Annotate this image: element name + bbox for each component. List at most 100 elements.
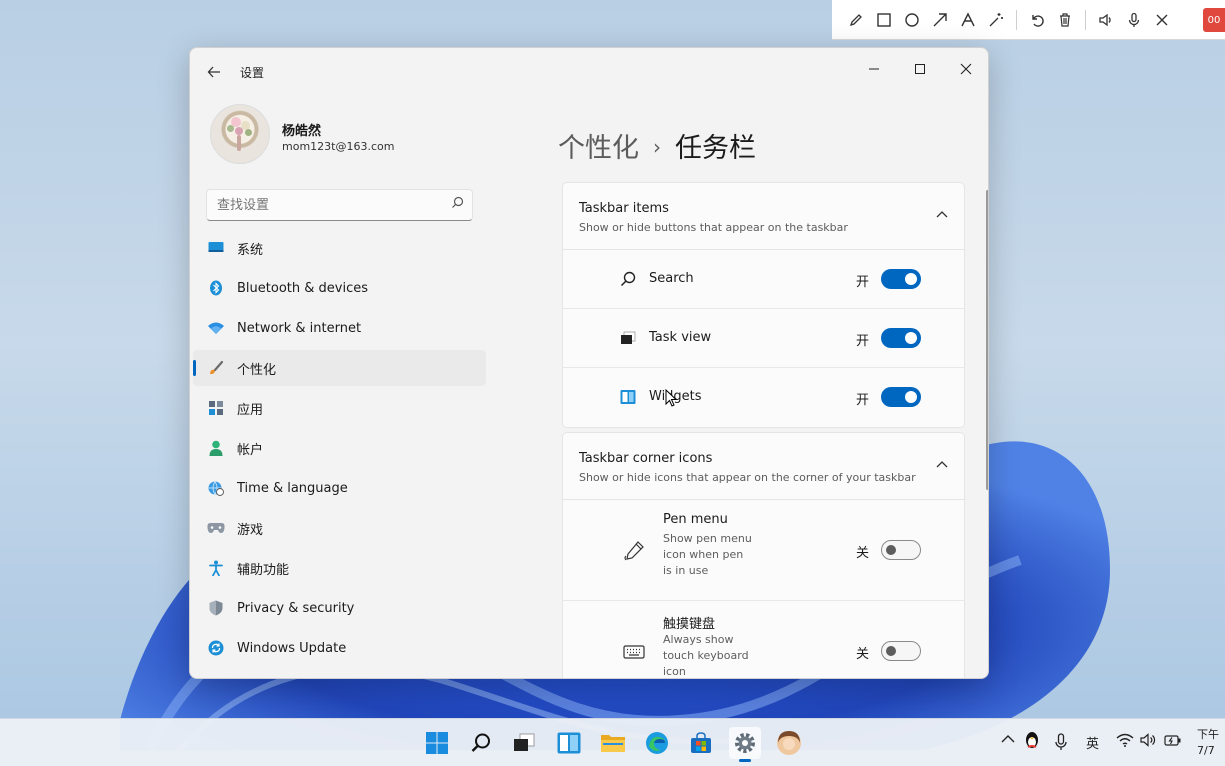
text-icon[interactable] xyxy=(954,6,982,34)
widgets-icon xyxy=(619,388,637,406)
sidebar-item-windows-update[interactable]: Windows Update xyxy=(193,630,486,666)
taskbar-corner-icons-header[interactable]: Taskbar corner icons Show or hide icons … xyxy=(563,433,964,500)
sidebar-item-label: 游戏 xyxy=(237,522,264,538)
microphone-icon[interactable] xyxy=(1120,6,1148,34)
taskbar-search-button[interactable] xyxy=(465,727,497,759)
taskbar-settings-button[interactable] xyxy=(729,727,761,762)
taskbar-user-app-button[interactable] xyxy=(773,727,805,759)
sidebar-item-gaming[interactable]: 游戏 xyxy=(193,510,486,546)
setting-label: 触摸键盘 xyxy=(663,617,716,632)
toggle-state-label: 开 xyxy=(855,334,869,349)
sidebar-item-label: Time & language xyxy=(237,480,348,496)
sidebar-item-accessibility[interactable]: 辅助功能 xyxy=(193,550,486,586)
circle-icon[interactable] xyxy=(898,6,926,34)
close-icon[interactable] xyxy=(946,54,986,84)
volume-icon[interactable] xyxy=(1140,733,1156,751)
sidebar-item-label: 应用 xyxy=(237,402,264,418)
toggle-state-label: 关 xyxy=(855,546,869,561)
sidebar-item-network[interactable]: Network & internet xyxy=(193,310,486,346)
accessibility-icon xyxy=(207,559,225,577)
breadcrumb: 个性化 › 任务栏 xyxy=(558,126,756,165)
search-toggle[interactable] xyxy=(881,269,921,289)
title-bar: 设置 xyxy=(190,48,988,96)
page-title: 任务栏 xyxy=(675,133,756,164)
clock-time: 下午 xyxy=(1197,728,1219,741)
battery-charging-icon[interactable] xyxy=(1164,733,1182,751)
arrow-left-icon[interactable] xyxy=(204,62,224,82)
annotation-toolbar: 00 xyxy=(832,0,1225,40)
person-icon xyxy=(207,439,225,457)
sidebar-item-label: Windows Update xyxy=(237,640,347,656)
input-method-indicator[interactable]: 英 xyxy=(1086,733,1099,752)
trash-icon[interactable] xyxy=(1051,6,1079,34)
taskbar-store-button[interactable] xyxy=(685,727,717,759)
sidebar-item-apps[interactable]: 应用 xyxy=(193,390,486,426)
start-button[interactable] xyxy=(421,727,453,759)
widgets-toggle[interactable] xyxy=(881,387,921,407)
wifi-icon[interactable] xyxy=(1116,733,1134,751)
breadcrumb-separator: › xyxy=(653,135,661,159)
penguin-icon[interactable] xyxy=(1024,731,1040,753)
pen-menu-toggle[interactable] xyxy=(881,540,921,560)
task-view-toggle[interactable] xyxy=(881,328,921,348)
microphone-icon[interactable] xyxy=(1055,733,1067,755)
close-icon[interactable] xyxy=(1148,6,1176,34)
magic-wand-icon[interactable] xyxy=(982,6,1010,34)
sidebar-item-label: 个性化 xyxy=(237,362,277,378)
sidebar-item-time-language[interactable]: Time & language xyxy=(193,470,486,506)
taskbar-widgets-button[interactable] xyxy=(553,727,585,759)
system-clock[interactable]: 下午 7/7 xyxy=(1197,727,1219,759)
wifi-icon xyxy=(207,319,225,337)
setting-row-touch-keyboard: 触摸键盘 Always show touch keyboard icon 关 xyxy=(563,601,964,678)
app-title: 设置 xyxy=(240,66,265,80)
sidebar-item-personalization[interactable]: 个性化 xyxy=(193,350,486,386)
touch-keyboard-toggle[interactable] xyxy=(881,641,921,661)
search-input[interactable] xyxy=(207,190,442,220)
sidebar-item-system[interactable]: 系统 xyxy=(193,230,486,266)
record-timer[interactable]: 00 xyxy=(1203,8,1225,32)
sidebar-item-label: Privacy & security xyxy=(237,600,355,616)
keyboard-icon xyxy=(621,641,647,663)
taskbar-file-explorer-button[interactable] xyxy=(597,727,629,759)
sidebar-item-label: 辅助功能 xyxy=(237,562,290,578)
group-title: Taskbar items xyxy=(579,201,669,216)
toolbar-divider xyxy=(1016,9,1017,30)
rectangle-icon[interactable] xyxy=(870,6,898,34)
globe-clock-icon xyxy=(207,479,225,497)
chevron-up-icon[interactable] xyxy=(936,457,948,471)
sidebar-item-bluetooth[interactable]: Bluetooth & devices xyxy=(193,270,486,306)
widgets-icon xyxy=(557,732,581,754)
taskbar-items-group: Taskbar items Show or hide buttons that … xyxy=(562,182,965,428)
sidebar-item-label: 帐户 xyxy=(237,442,264,458)
setting-label: Pen menu xyxy=(663,512,728,527)
taskbar-task-view-button[interactable] xyxy=(508,727,540,759)
settings-search-box[interactable] xyxy=(206,189,473,221)
toggle-state-label: 开 xyxy=(855,275,869,290)
sidebar-item-accounts[interactable]: 帐户 xyxy=(193,430,486,466)
pencil-icon[interactable] xyxy=(842,6,870,34)
taskbar-items-header[interactable]: Taskbar items Show or hide buttons that … xyxy=(563,183,964,250)
setting-row-pen-menu: Pen menu Show pen menu icon when pen is … xyxy=(563,500,964,601)
toggle-state-label: 开 xyxy=(855,393,869,408)
speaker-icon[interactable] xyxy=(1092,6,1120,34)
gear-icon xyxy=(735,733,755,753)
undo-icon[interactable] xyxy=(1023,6,1051,34)
maximize-icon[interactable] xyxy=(900,54,940,84)
search-icon[interactable] xyxy=(451,196,464,213)
taskbar-edge-button[interactable] xyxy=(641,727,673,759)
chevron-up-icon[interactable] xyxy=(1001,733,1015,748)
setting-description: Show pen menu icon when pen is in use xyxy=(663,532,752,577)
sidebar-item-label: Network & internet xyxy=(237,320,362,336)
group-subtitle: Show or hide icons that appear on the co… xyxy=(579,471,916,484)
toggle-state-label: 关 xyxy=(855,647,869,662)
setting-row-search: Search 开 xyxy=(563,250,964,309)
sidebar-item-privacy-security[interactable]: Privacy & security xyxy=(193,590,486,626)
taskbar-corner-icons-group: Taskbar corner icons Show or hide icons … xyxy=(562,432,965,678)
chevron-up-icon[interactable] xyxy=(936,207,948,221)
gamepad-icon xyxy=(207,519,225,537)
user-email: mom123t@163.com xyxy=(282,140,395,153)
arrow-icon[interactable] xyxy=(926,6,954,34)
minimize-icon[interactable] xyxy=(854,54,894,84)
breadcrumb-parent[interactable]: 个性化 xyxy=(558,133,639,164)
content-scrollbar[interactable] xyxy=(986,190,988,490)
